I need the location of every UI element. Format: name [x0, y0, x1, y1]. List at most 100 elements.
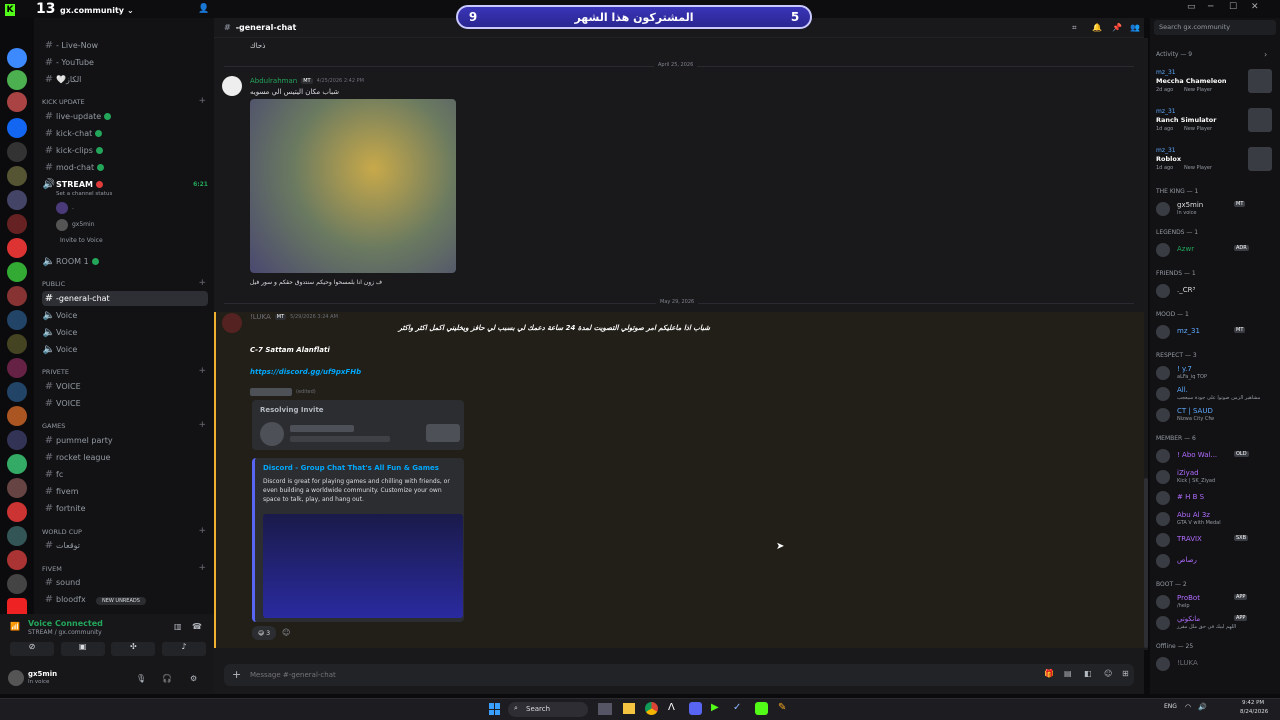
member-name[interactable]: مانكوتي — [1177, 615, 1200, 623]
channel-mod-chat[interactable]: # mod-chat — [42, 160, 208, 175]
member-row[interactable]: mz_31 MT — [1150, 323, 1280, 343]
noise-icon[interactable]: ▥ — [174, 622, 182, 631]
voice-location[interactable]: STREAM / gx.community — [28, 629, 102, 636]
member-row[interactable]: CT | SAUD Nizwa City Cfw — [1150, 406, 1280, 426]
scrollbar[interactable] — [1144, 38, 1148, 650]
activity-card[interactable]: mz_31 Ranch Simulator 1d ago New Player — [1150, 107, 1280, 145]
channel-kick-clips[interactable]: # kick-clips — [42, 143, 208, 158]
link-embed[interactable]: Discord - Group Chat That's All Fun & Ga… — [252, 458, 464, 622]
server-icon[interactable] — [7, 382, 27, 402]
username[interactable]: gx5min — [28, 670, 57, 678]
join-button-placeholder[interactable] — [426, 424, 460, 442]
disconnect-icon[interactable]: ☎ — [192, 622, 202, 631]
gif-icon[interactable]: ▤ — [1064, 669, 1072, 678]
avatar[interactable] — [8, 670, 24, 686]
blurred-image[interactable] — [250, 99, 456, 273]
voice-channel[interactable]: 🔈 Voice — [42, 342, 208, 357]
avatar[interactable] — [56, 202, 68, 214]
member-name[interactable]: ! Abo Wal... — [1177, 451, 1217, 459]
member-row[interactable]: TRAVIX SXB — [1150, 531, 1280, 551]
activities-button[interactable]: ✣ — [111, 642, 156, 656]
threads-icon[interactable]: ⌗ — [1072, 23, 1077, 33]
add-channel-icon[interactable]: + — [198, 420, 206, 430]
server-icon[interactable] — [7, 406, 27, 426]
author-name[interactable]: Abdulrahman — [250, 77, 297, 85]
bell-icon[interactable]: 🔔 — [1092, 23, 1102, 32]
member-name[interactable]: All. — [1177, 386, 1188, 394]
voice-channel[interactable]: # VOICE — [42, 396, 208, 411]
category-private[interactable]: PRIVETE — [42, 368, 69, 376]
member-name[interactable]: ! y.7 — [1177, 365, 1192, 373]
chrome-icon[interactable] — [645, 702, 658, 715]
app-icon[interactable]: ✎ — [778, 702, 786, 713]
activity-user[interactable]: mz_31 — [1156, 147, 1176, 154]
new-unreads-pill[interactable]: NEW UNREADS — [96, 597, 146, 605]
category-games[interactable]: GAMES — [42, 422, 65, 430]
language-indicator[interactable]: ENG — [1164, 703, 1177, 710]
gear-icon[interactable]: ⚙ — [190, 674, 197, 683]
app-icon[interactable]: Λ — [668, 702, 675, 713]
invite-embed[interactable]: Resolving Invite — [252, 400, 464, 450]
avatar[interactable] — [1156, 243, 1170, 257]
channel-rocket-league[interactable]: # rocket league — [42, 450, 208, 465]
server-icon[interactable] — [7, 142, 27, 162]
member-row[interactable]: ! y.7 aLFa_iq TOP — [1150, 364, 1280, 384]
add-channel-icon[interactable]: + — [198, 366, 206, 376]
member-name[interactable]: Abu Al 3z — [1177, 511, 1210, 519]
folder-icon[interactable] — [623, 703, 635, 714]
pin-icon[interactable]: 📌 — [1112, 23, 1122, 32]
voice-channel-stream[interactable]: 🔊 STREAM 6:21 — [42, 177, 208, 192]
member-name[interactable]: gx5min — [1177, 201, 1203, 209]
avatar[interactable] — [1156, 533, 1170, 547]
server-icon[interactable] — [7, 574, 27, 594]
soundboard-button[interactable]: ♪ — [161, 642, 206, 656]
channel-youtube[interactable]: # - YouTube — [42, 55, 208, 70]
add-channel-icon[interactable]: + — [198, 563, 206, 573]
avatar[interactable] — [1156, 366, 1170, 380]
clock-date[interactable]: 8/24/2026 — [1240, 709, 1268, 715]
category-world-cup[interactable]: WORLD CUP — [42, 528, 82, 536]
member-row[interactable]: Azwr ADR — [1150, 241, 1280, 261]
avatar[interactable] — [1156, 284, 1170, 298]
member-row[interactable]: رصاص — [1150, 552, 1280, 572]
channel-live-now[interactable]: # - Live-Now — [42, 38, 208, 53]
app-icon[interactable]: ✓ — [733, 702, 741, 713]
inbox-icon[interactable]: ▭ — [1187, 2, 1196, 12]
activity-user[interactable]: mz_31 — [1156, 69, 1176, 76]
avatar[interactable] — [222, 76, 242, 96]
gift-icon[interactable]: 🎁 — [1044, 669, 1054, 678]
server-icon[interactable] — [7, 166, 27, 186]
add-reaction-icon[interactable]: ☺ — [282, 628, 290, 637]
server-icon[interactable] — [7, 310, 27, 330]
channel-general-chat[interactable]: # -general-chat — [42, 291, 208, 306]
category-kick[interactable]: kick update — [42, 98, 85, 106]
channel-pummel-party[interactable]: # pummel party — [42, 433, 208, 448]
channel-live-update[interactable]: # live-update — [42, 109, 208, 124]
member-row[interactable]: # H B S — [1150, 489, 1280, 509]
category-fivem[interactable]: FIVEM — [42, 565, 62, 573]
member-name[interactable]: ._CR³ — [1177, 286, 1195, 294]
taskbar-search[interactable]: Search — [508, 702, 588, 717]
server-icon[interactable] — [7, 454, 27, 474]
avatar[interactable] — [1156, 657, 1170, 671]
add-channel-icon[interactable]: + — [198, 278, 206, 288]
reaction-pill[interactable]: 😅 3 — [252, 626, 276, 640]
voice-user-name[interactable]: gx5min — [72, 221, 95, 228]
member-name[interactable]: Azwr — [1177, 245, 1194, 253]
avatar[interactable] — [1156, 491, 1170, 505]
windows-start-icon[interactable] — [489, 703, 501, 715]
minimize-icon[interactable]: ─ — [1208, 2, 1213, 12]
sticker-icon[interactable]: ◧ — [1084, 669, 1092, 678]
member-row[interactable]: iZiyad Kick | SK_Ziyad — [1150, 468, 1280, 488]
member-name[interactable]: رصاص — [1177, 556, 1197, 564]
embed-title[interactable]: Discord - Group Chat That's All Fun & Ga… — [263, 464, 439, 472]
channel-predictions[interactable]: # توقعات — [42, 538, 208, 553]
invite-to-voice[interactable]: Invite to Voice — [60, 237, 103, 244]
volume-icon[interactable]: 🔊 — [1198, 703, 1207, 711]
server-icon[interactable] — [7, 334, 27, 354]
camera-button[interactable]: ⊘ — [10, 642, 54, 656]
server-icon[interactable] — [7, 48, 27, 68]
voice-channel[interactable]: 🔈 Voice — [42, 325, 208, 340]
maximize-icon[interactable]: ☐ — [1229, 2, 1237, 12]
clock-time[interactable]: 9:42 PM — [1242, 700, 1264, 706]
